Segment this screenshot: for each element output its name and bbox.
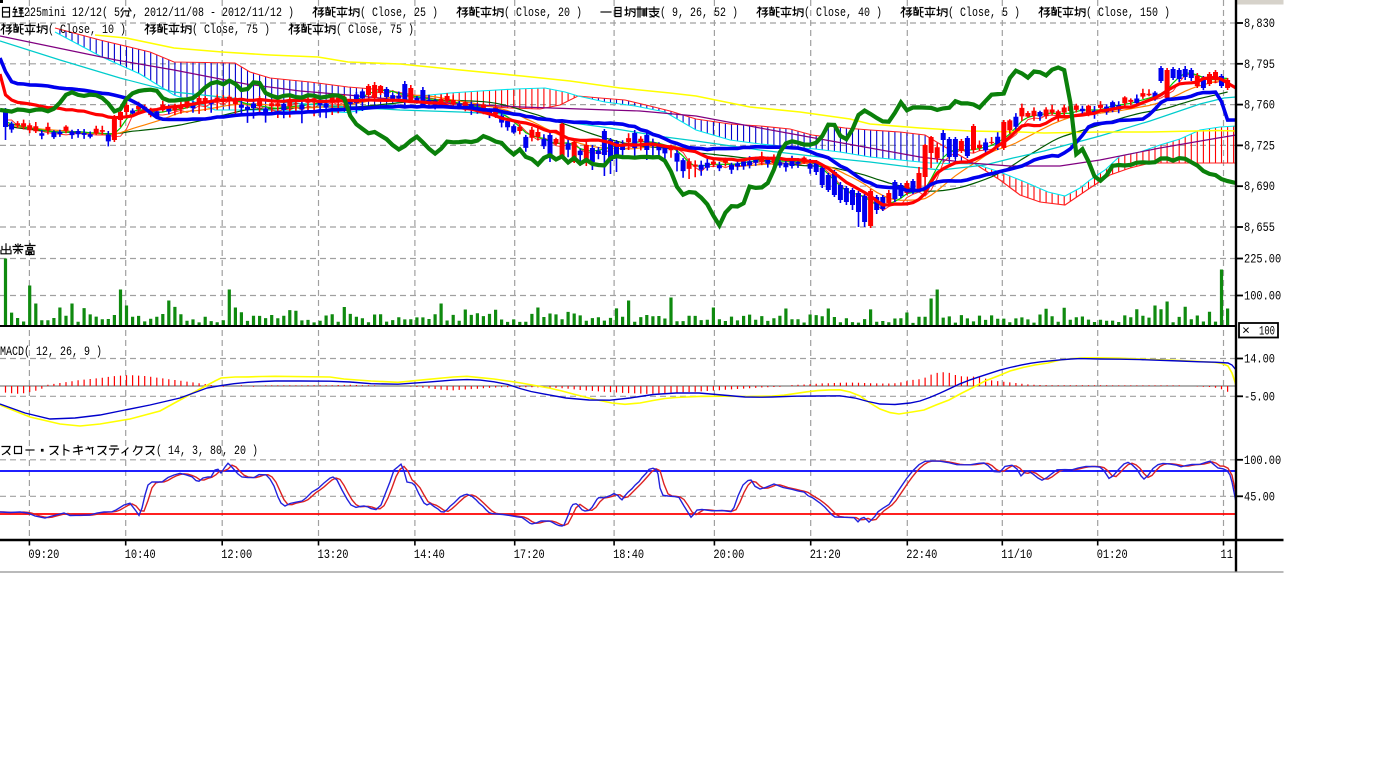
svg-text:100.00: 100.00 bbox=[1244, 290, 1281, 304]
svg-text:( 14, 3, 80, 20 ): ( 14, 3, 80, 20 ) bbox=[156, 444, 258, 458]
svg-text:( Close, 150 ): ( Close, 150 ) bbox=[1086, 6, 1170, 20]
svg-text:8,655: 8,655 bbox=[1244, 221, 1275, 235]
svg-text:225mini 12/12( 5: 225mini 12/12( 5 bbox=[24, 6, 120, 20]
svg-text:20:00: 20:00 bbox=[713, 548, 744, 562]
svg-text:01:20: 01:20 bbox=[1097, 548, 1128, 562]
svg-text:, 2012/11/08 - 2012/11/12 ): , 2012/11/08 - 2012/11/12 ) bbox=[132, 6, 312, 20]
svg-text:-5.00: -5.00 bbox=[1244, 390, 1275, 404]
svg-text:MACD( 12, 26, 9 ): MACD( 12, 26, 9 ) bbox=[0, 345, 102, 359]
svg-text:( Close, 40 ): ( Close, 40 ) bbox=[804, 6, 900, 20]
svg-text:14.00: 14.00 bbox=[1244, 353, 1275, 367]
svg-text:( Close, 25 ): ( Close, 25 ) bbox=[360, 6, 456, 20]
svg-text:21:20: 21:20 bbox=[810, 548, 841, 562]
svg-text:( Close, 20 ): ( Close, 20 ) bbox=[504, 6, 600, 20]
svg-text:( Close, 10 ): ( Close, 10 ) bbox=[48, 23, 144, 37]
svg-text:45.00: 45.00 bbox=[1244, 490, 1275, 504]
svg-text:11/10: 11/10 bbox=[1001, 548, 1032, 562]
svg-text:10:40: 10:40 bbox=[125, 548, 156, 562]
svg-text:×: × bbox=[1242, 325, 1250, 339]
svg-text:100.00: 100.00 bbox=[1244, 454, 1281, 468]
svg-text:12:00: 12:00 bbox=[221, 548, 252, 562]
svg-text:22:40: 22:40 bbox=[906, 548, 937, 562]
svg-text:( Close, 5 ): ( Close, 5 ) bbox=[948, 6, 1038, 20]
svg-text:8,795: 8,795 bbox=[1244, 58, 1275, 72]
svg-text:14:40: 14:40 bbox=[414, 548, 445, 562]
svg-text:8,725: 8,725 bbox=[1244, 139, 1275, 153]
svg-text:225.00: 225.00 bbox=[1244, 253, 1281, 267]
svg-text:13:20: 13:20 bbox=[318, 548, 349, 562]
svg-text:18:40: 18:40 bbox=[613, 548, 644, 562]
svg-text:( Close, 75 ): ( Close, 75 ) bbox=[336, 23, 414, 37]
svg-text:( Close, 75 ): ( Close, 75 ) bbox=[192, 23, 288, 37]
svg-text:8,760: 8,760 bbox=[1244, 99, 1275, 113]
svg-text:17:20: 17:20 bbox=[514, 548, 545, 562]
svg-text:100: 100 bbox=[1259, 325, 1275, 339]
svg-text:( 9, 26, 52 ): ( 9, 26, 52 ) bbox=[660, 6, 756, 20]
svg-text:8,830: 8,830 bbox=[1244, 17, 1275, 31]
svg-text:09:20: 09:20 bbox=[28, 548, 59, 562]
svg-text:8,690: 8,690 bbox=[1244, 180, 1275, 194]
svg-text:11: 11 bbox=[1221, 548, 1233, 562]
